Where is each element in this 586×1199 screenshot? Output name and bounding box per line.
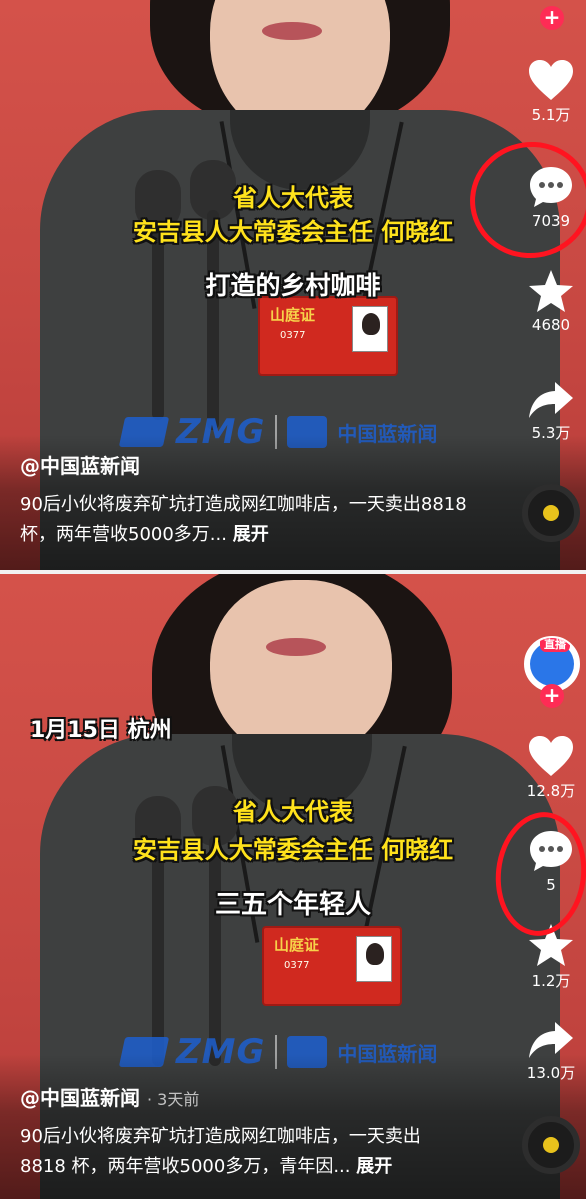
post-time: · 3天前 <box>146 1090 200 1109</box>
delegate-badge: 山庭证 0377 <box>262 926 402 1006</box>
subtitle-line1: 省人大代表 <box>233 798 353 826</box>
badge-photo <box>352 306 388 352</box>
like-button[interactable]: 5.1万 <box>516 58 586 125</box>
favorite-count: 4680 <box>531 316 571 334</box>
microphone-left-stand <box>152 220 164 420</box>
action-rail: + 5.1万 7039 4680 5.3万 <box>516 0 586 570</box>
video-caption[interactable]: 90后小伙将废弃矿坑打造成网红咖啡店，一天卖出8818 杯，两年营收5000多万… <box>20 1122 460 1182</box>
subtitle-line3: 打造的乡村咖啡 <box>205 271 381 300</box>
music-disc-icon[interactable] <box>522 484 580 542</box>
delegate-badge: 山庭证 0377 <box>258 296 398 376</box>
video-panel-bottom[interactable]: 山庭证 0377 1月15日 杭州 省人大代表 安吉县人大常委会主任 何晓红 三… <box>0 574 586 1199</box>
badge-title: 山庭证 <box>270 306 316 324</box>
like-button[interactable]: 12.8万 <box>516 734 586 801</box>
video-caption[interactable]: 90后小伙将废弃矿坑打造成网红咖啡店，一天卖出8818 杯，两年营收5000多万… <box>20 490 480 550</box>
badge-photo <box>356 936 392 982</box>
expand-link[interactable]: 展开 <box>233 524 269 545</box>
badge-title: 山庭证 <box>274 936 320 954</box>
presenter-mouth <box>266 638 326 656</box>
live-badge: 直播 <box>540 638 570 652</box>
expand-link[interactable]: 展开 <box>356 1156 392 1177</box>
presenter-face <box>210 580 392 760</box>
follow-plus-icon[interactable]: + <box>540 6 564 30</box>
star-icon <box>529 270 573 312</box>
author-name[interactable]: @中国蓝新闻 <box>20 450 140 479</box>
heart-icon <box>529 60 573 100</box>
date-location-tag: 1月15日 杭州 <box>30 718 172 743</box>
heart-icon <box>529 736 573 776</box>
favorite-button[interactable]: 4680 <box>516 268 586 334</box>
author-handle: @中国蓝新闻 <box>20 1086 140 1110</box>
presenter-mouth <box>262 22 322 40</box>
badge-number: 0377 <box>280 330 306 341</box>
share-icon <box>529 382 573 418</box>
author-name[interactable]: @中国蓝新闻 · 3天前 <box>20 1082 199 1111</box>
video-panel-top[interactable]: 山庭证 0377 省人大代表 安吉县人大常委会主任 何晓红 打造的乡村咖啡 ZM… <box>0 0 586 570</box>
music-disc-icon[interactable] <box>522 1116 580 1174</box>
share-button[interactable]: 5.3万 <box>516 380 586 443</box>
share-count: 5.3万 <box>531 424 571 442</box>
favorite-count: 1.2万 <box>531 972 571 990</box>
like-count: 12.8万 <box>526 782 576 800</box>
badge-number: 0377 <box>284 960 310 971</box>
share-button[interactable]: 13.0万 <box>516 1020 586 1083</box>
like-count: 5.1万 <box>531 106 571 124</box>
share-icon <box>529 1022 573 1058</box>
follow-plus-icon[interactable]: + <box>540 684 564 708</box>
share-count: 13.0万 <box>526 1064 576 1082</box>
